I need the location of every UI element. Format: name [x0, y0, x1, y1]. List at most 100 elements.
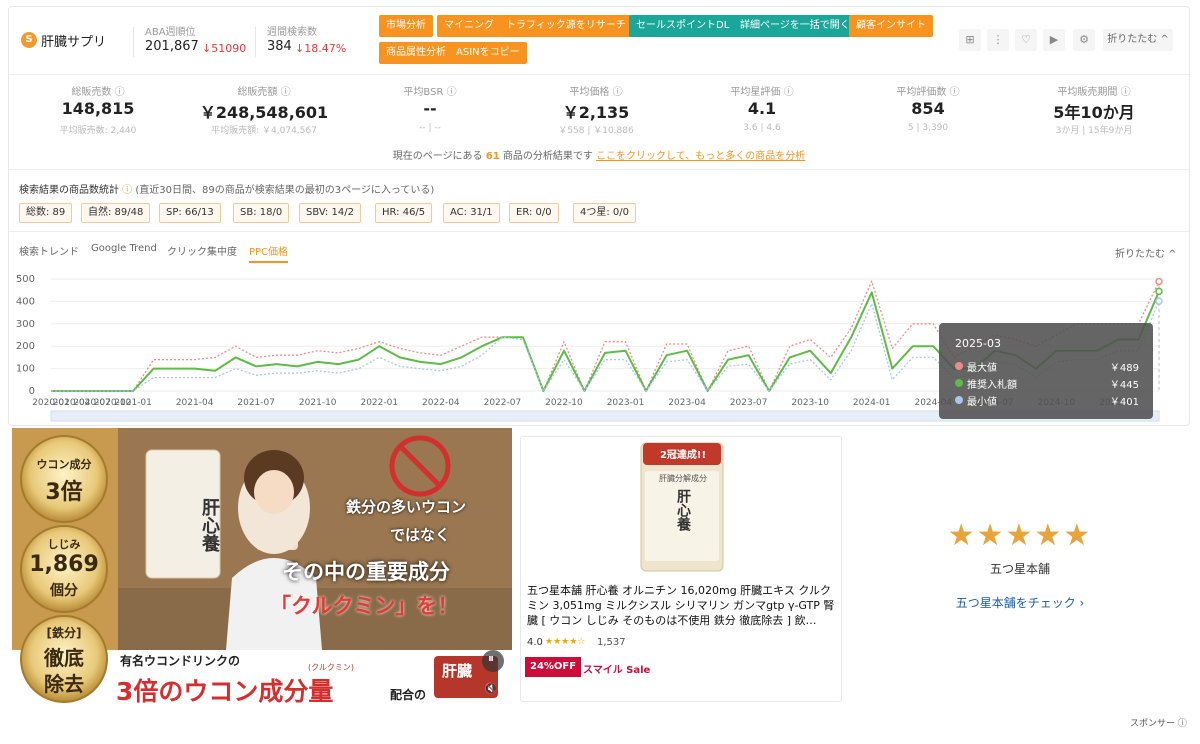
- tooltip-row-bid: 推奨入札額 ￥445: [955, 376, 1139, 391]
- metric-total-revenue: 総販売額 ⓘ ￥248,548,601 平均販売額: ￥4,074,567: [199, 87, 329, 136]
- sponsor-label[interactable]: スポンサー ⓘ: [1130, 716, 1187, 729]
- aba-change: ↓51090: [202, 42, 247, 55]
- y-tick-label: 500: [16, 274, 35, 285]
- metric-avg-price: 平均価格 ⓘ ￥2,135 ￥558 | ￥10,886: [558, 87, 634, 136]
- package-logo: 肝臓: [442, 662, 473, 680]
- mining-button[interactable]: マイニング: [437, 15, 501, 37]
- product-badge: 2冠達成!!: [659, 450, 707, 461]
- keyword-title: 肝臓サプリ: [41, 35, 107, 50]
- x-tick-label: 2021-01: [114, 398, 152, 408]
- product-package-name: 肝心養: [675, 489, 691, 531]
- ad-line-2: ではなく: [390, 526, 451, 544]
- tab-search-trend[interactable]: 検索トレンド: [19, 243, 79, 258]
- product-title[interactable]: 五つ星本舗 肝心養 オルニチン 16,020mg 肝臓エキス クルクミン 3,0…: [527, 583, 837, 628]
- tab-ppc-price[interactable]: PPC価格: [249, 243, 289, 263]
- stat-tag-hr: HR: 46/5: [375, 203, 433, 223]
- ad-line-3: その中の重要成分: [282, 560, 450, 584]
- divider: [9, 169, 1189, 170]
- y-tick-label: 300: [16, 319, 35, 330]
- series-point-最小値: [1155, 297, 1163, 305]
- x-tick-label: 2022-07: [484, 398, 522, 408]
- tooltip-row-min: 最小値 ￥401: [955, 393, 1139, 408]
- stat-tag-total: 総数: 89: [19, 203, 73, 223]
- y-tick-label: 400: [16, 296, 35, 307]
- series-point-推奨入札額: [1155, 287, 1163, 296]
- chart-tooltip: 2025-03 最大値 ￥489 推奨入札額 ￥445 最小値 ￥401: [939, 323, 1153, 419]
- tab-google-trend[interactable]: Google Trend: [91, 243, 157, 254]
- copy-asin-button[interactable]: ASINをコピー: [449, 42, 527, 64]
- badge-curcumin-top: ウコン成分: [36, 458, 92, 471]
- x-tick-label: 2024-01: [853, 398, 891, 408]
- collapse-button[interactable]: 折りたたむ ^: [1103, 29, 1173, 51]
- x-tick-label: 2021-10: [299, 398, 337, 408]
- stat-tag-sb: SB: 18/0: [233, 203, 290, 223]
- video-ad[interactable]: ウコン成分 3倍 しじみ 1,869 個分 [鉄分] 徹底 除去 肝心養 鉄分の…: [12, 428, 512, 710]
- metric-total-sales: 総販売数 ⓘ 148,815 平均販売数: 2,440: [59, 87, 137, 136]
- product-rating: 4.0: [527, 637, 543, 648]
- metric-avg-bsr: 平均BSR ⓘ -- -- | --: [403, 87, 457, 133]
- help-icon[interactable]: ⓘ: [122, 185, 132, 196]
- grid-icon[interactable]: ⊞: [959, 29, 981, 51]
- legend-dot-icon: [955, 396, 963, 404]
- seller-logo-icon: S: [21, 32, 37, 48]
- stat-tag-4star: 4つ星: 0/0: [573, 203, 637, 223]
- analysis-note: 現在のページにある 61 商品の分析結果です ここをクリックして、もっと多くの商…: [392, 151, 806, 162]
- open-detail-pages-button[interactable]: 詳細ページを一括で開く: [733, 15, 857, 37]
- brand-stars-icon: ★★★★★: [947, 518, 1093, 553]
- traffic-research-button[interactable]: トラフィック源をリサーチ: [499, 15, 633, 37]
- aba-label: ABA週順位: [145, 27, 196, 38]
- divider: [9, 231, 1189, 232]
- legend-dot-icon: [955, 379, 963, 387]
- divider: [133, 27, 134, 57]
- metric-avg-rating: 平均星評価 ⓘ 4.1 3.6 | 4.6: [730, 87, 794, 133]
- heart-icon[interactable]: ♡: [1015, 29, 1037, 51]
- header-bar: S 肝臓サプリ ABA週順位 201,867 ↓51090 週間検索数 384 …: [9, 7, 1189, 75]
- play-icon[interactable]: ▶: [1043, 29, 1065, 51]
- metric-avg-period: 平均販売期間 ⓘ 5年10か月 3か月 | 15年9か月: [1053, 87, 1135, 136]
- weekly-label: 週間検索数: [267, 27, 317, 38]
- product-count: 61: [485, 151, 500, 162]
- mute-icon[interactable]: 🔇: [484, 682, 498, 695]
- customer-insight-button[interactable]: 顧客インサイト: [849, 15, 933, 37]
- y-tick-label: 100: [16, 364, 35, 375]
- analyze-more-link[interactable]: ここをクリックして、もっと多くの商品を分析: [596, 151, 805, 162]
- x-tick-label: 2023-07: [730, 398, 768, 408]
- tooltip-row-max: 最大値 ￥489: [955, 359, 1139, 374]
- selling-points-download-button[interactable]: セールスポイントDL: [629, 15, 737, 37]
- settings-icon[interactable]: ⚙: [1073, 29, 1095, 51]
- tooltip-date: 2025-03: [955, 337, 1001, 350]
- stat-tag-er: ER: 0/0: [509, 203, 559, 223]
- market-analysis-button[interactable]: 市場分析: [379, 15, 433, 37]
- review-count[interactable]: 1,537: [597, 637, 626, 648]
- x-tick-label: 2022-04: [422, 398, 460, 408]
- product-attribute-button[interactable]: 商品属性分析: [379, 42, 453, 64]
- divider: [255, 27, 256, 57]
- x-tick-label: 2022-01: [360, 398, 398, 408]
- x-tick-label: 2021-07: [237, 398, 275, 408]
- brand-ad[interactable]: ★★★★★ 五つ星本舗 五つ星本舗をチェック ›: [860, 436, 1180, 702]
- badge-curcumin-bottom: 3倍: [45, 480, 83, 505]
- search-stats-title: 検索結果の商品数統計 ⓘ (直近30日間、89の商品が検索結果の最初の3ページに…: [19, 185, 435, 196]
- chart-collapse-button[interactable]: 折りたたむ ^: [1115, 245, 1177, 260]
- product-ad[interactable]: 2冠達成!! 肝臓分解成分 肝心養 五つ星本舗 肝心養 オルニチン 16,020…: [520, 436, 842, 702]
- rating-stars-icon: ★★★★☆: [545, 637, 586, 647]
- brand-check-link[interactable]: 五つ星本舗をチェック ›: [860, 594, 1180, 611]
- more-icon[interactable]: ⋮: [987, 29, 1009, 51]
- x-tick-label: 2023-01: [607, 398, 645, 408]
- tab-click-concentration[interactable]: クリック集中度: [167, 243, 237, 258]
- pause-icon[interactable]: ⏸: [488, 651, 494, 666]
- series-point-最大値: [1155, 277, 1163, 286]
- product-package-label: 肝臓分解成分: [659, 474, 707, 483]
- discount-badge: 24%OFF: [525, 657, 582, 677]
- legend-dot-icon: [955, 362, 963, 370]
- ad-line-4: 「クルクミン」を！: [270, 594, 459, 618]
- weekly-value: 384: [267, 39, 292, 54]
- stat-tag-organic: 自然: 89/48: [81, 203, 151, 223]
- ad-caption-big: 3倍のウコン成分量: [116, 677, 334, 706]
- x-tick-label: 2023-04: [668, 398, 706, 408]
- y-tick-label: 0: [29, 386, 35, 397]
- x-tick-label: 2021-04: [176, 398, 214, 408]
- metric-avg-reviews: 平均評価数 ⓘ 854 5 | 3,390: [896, 87, 960, 133]
- badge-iron-top: [鉄分]: [46, 626, 82, 640]
- brand-name: 五つ星本舗: [989, 562, 1050, 576]
